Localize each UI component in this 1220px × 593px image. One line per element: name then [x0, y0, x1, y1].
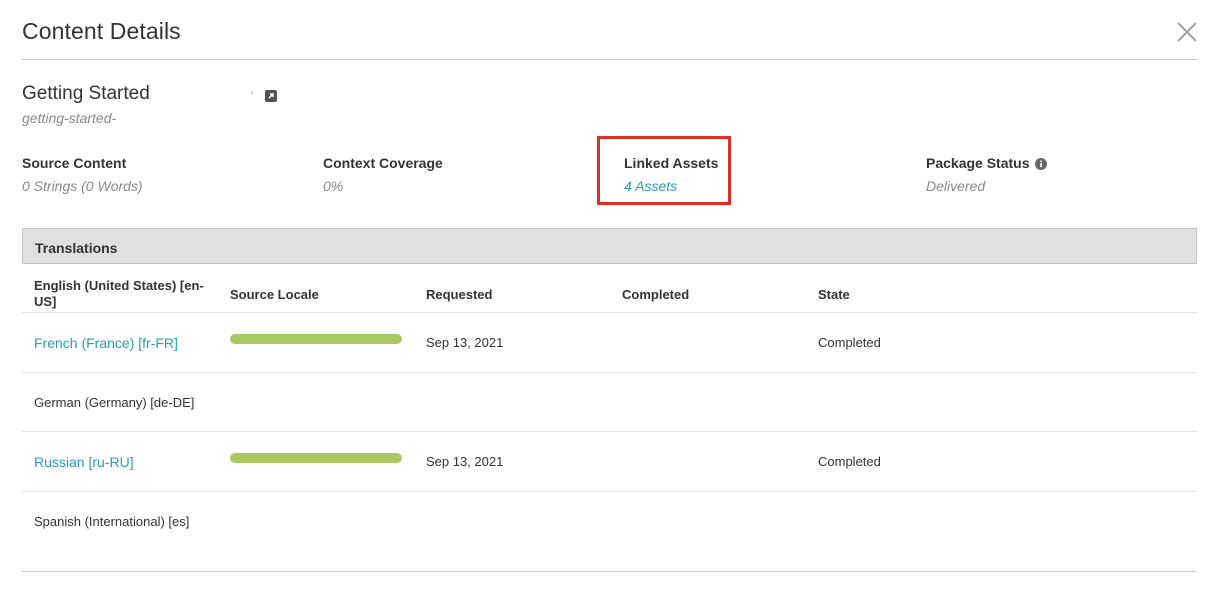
stat-value: 0%: [323, 178, 344, 194]
stat-label: Package Status: [926, 155, 1030, 171]
content-slug: getting-started-: [22, 110, 117, 126]
stat-value: Delivered: [926, 178, 986, 194]
column-header-state: State: [818, 287, 850, 302]
stat-label-row: Package Status: [926, 155, 1047, 171]
column-header-completed: Completed: [622, 287, 690, 302]
column-header-requested: Requested: [426, 287, 493, 302]
state-label: Completed: [818, 454, 881, 469]
stat-package-status: Package Status Delivered: [926, 155, 1047, 194]
stat-source-content: Source Content 0 Strings (0 Words): [22, 155, 143, 194]
stat-label: Source Content: [22, 155, 127, 171]
table-bottom-divider: [22, 571, 1197, 572]
stat-label: Context Coverage: [323, 155, 443, 171]
content-name: Getting Started: [22, 83, 150, 104]
requested-date: Sep 13, 2021: [426, 454, 504, 469]
info-icon[interactable]: [1034, 157, 1047, 170]
column-header-source-locale: Source Locale: [230, 287, 319, 302]
row-divider: [22, 431, 1197, 432]
header-divider: [22, 59, 1197, 60]
locale-link-ru-ru[interactable]: Russian [ru-RU]: [34, 454, 134, 470]
close-icon: [1177, 22, 1197, 42]
locale-name-es: Spanish (International) [es]: [34, 514, 190, 529]
locale-name-de-de: German (Germany) [de-DE]: [34, 395, 195, 410]
column-header-locale: English (United States) [en-US]: [34, 278, 204, 309]
row-divider: [22, 312, 1197, 313]
section-title: Translations: [35, 240, 118, 256]
progress-bar: [230, 453, 402, 463]
external-link-icon[interactable]: [265, 89, 277, 102]
content-separator: [251, 91, 253, 95]
row-divider: [22, 372, 1197, 373]
highlight-box: [597, 136, 731, 205]
progress-bar: [230, 334, 402, 344]
row-divider: [22, 491, 1197, 492]
stat-context-coverage: Context Coverage 0%: [323, 155, 443, 194]
dialog-title: Content Details: [22, 18, 181, 44]
stat-value: 0 Strings (0 Words): [22, 178, 143, 194]
requested-date: Sep 13, 2021: [426, 335, 504, 350]
state-label: Completed: [818, 335, 881, 350]
locale-link-fr-fr[interactable]: French (France) [fr-FR]: [34, 335, 178, 351]
translations-header: Translations: [22, 228, 1197, 264]
close-button[interactable]: [1172, 18, 1202, 48]
